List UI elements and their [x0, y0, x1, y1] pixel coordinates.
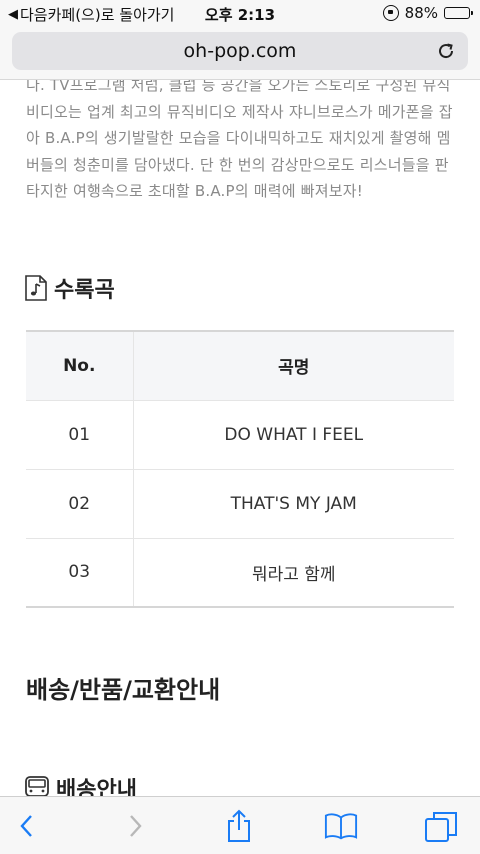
track-number: 01	[26, 400, 134, 469]
tracklist-title: 수록곡	[54, 278, 115, 303]
tracklist-heading: 수록곡	[24, 272, 115, 304]
chevron-right-icon	[130, 815, 142, 837]
share-button[interactable]	[222, 809, 256, 843]
reload-icon[interactable]	[436, 41, 456, 61]
shipping-info-title: 배송안내	[56, 778, 137, 796]
rotation-lock-icon	[382, 5, 399, 21]
header-title: 곡명	[278, 358, 310, 379]
bookmarks-book-icon	[324, 813, 358, 840]
forward-button[interactable]	[118, 809, 152, 843]
table-header-row: No. 곡명	[26, 331, 454, 400]
address-bar[interactable]: oh-pop.com	[12, 32, 468, 70]
tabs-button[interactable]	[424, 809, 458, 843]
track-title: DO WHAT I FEEL	[224, 424, 364, 445]
table-row: 02 THAT'S MY JAM	[26, 469, 454, 538]
url-text: oh-pop.com	[183, 40, 297, 62]
track-number: 03	[26, 538, 134, 607]
shipping-info-heading: 배송안내	[24, 772, 137, 796]
share-icon	[228, 809, 250, 842]
tracklist-table: No. 곡명 01 DO WHAT I FEEL 02 THAT'S MY JA…	[26, 330, 454, 608]
battery-percentage: 88%	[404, 4, 438, 22]
bus-icon	[25, 776, 49, 796]
track-number: 02	[26, 469, 134, 538]
bookmarks-button[interactable]	[324, 809, 358, 843]
table-row: 01 DO WHAT I FEEL	[26, 400, 454, 469]
browser-header: oh-pop.com	[0, 26, 480, 80]
status-bar: ◀ 다음카페(으)로 돌아가기 오후 2:13 88%	[0, 0, 480, 26]
page-content: 다. TV프로그램 처럼, 클럽 등 공간을 오가는 스토리로 구성된 뮤직비디…	[0, 80, 480, 796]
track-title: THAT'S MY JAM	[230, 493, 357, 514]
music-note-icon	[25, 275, 47, 301]
track-title: 뭐라고 함께	[251, 564, 336, 585]
status-indicators: 88%	[382, 4, 473, 22]
back-button[interactable]	[10, 809, 44, 843]
album-description: 다. TV프로그램 처럼, 클럽 등 공간을 오가는 스토리로 구성된 뮤직비디…	[26, 80, 453, 200]
browser-toolbar	[0, 796, 480, 854]
battery-icon	[444, 7, 473, 19]
tabs-icon	[425, 812, 457, 842]
header-no: No.	[26, 331, 134, 400]
shipping-section-title: 배송/반품/교환안내	[26, 676, 221, 704]
table-row: 03 뭐라고 함께	[26, 538, 454, 607]
chevron-left-icon	[20, 815, 32, 837]
